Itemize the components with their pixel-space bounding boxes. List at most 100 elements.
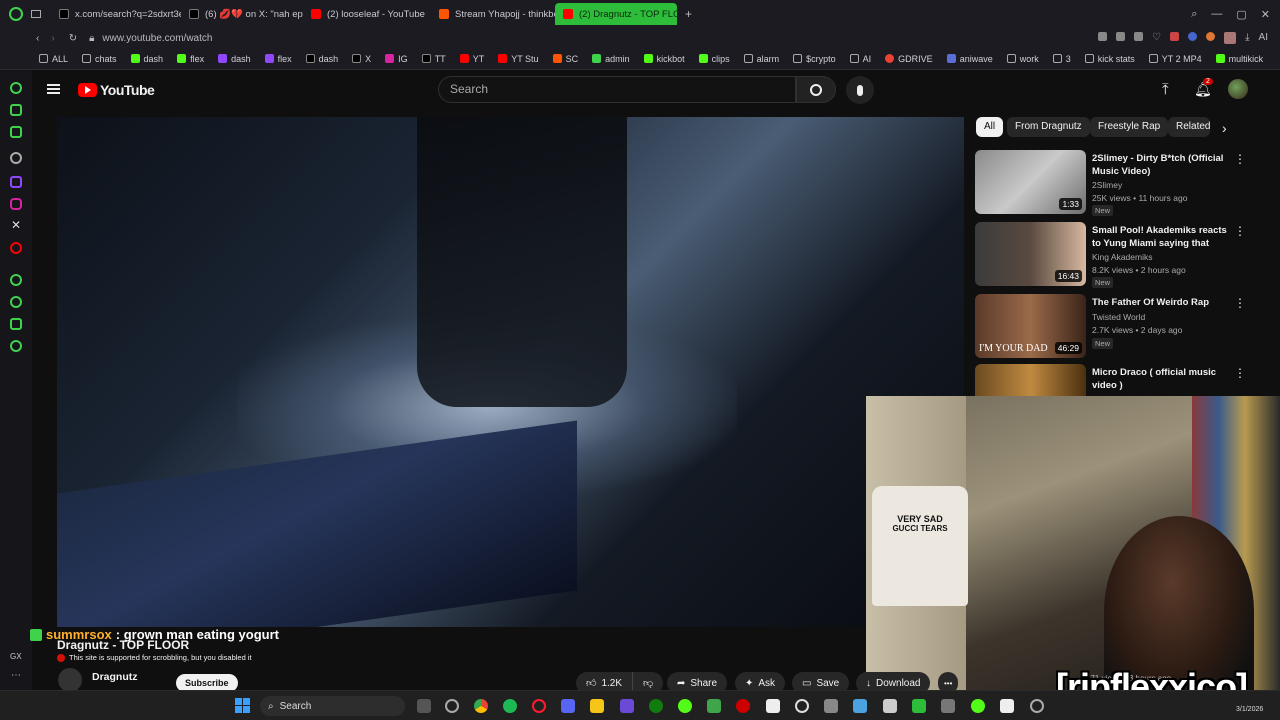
- profile-icon[interactable]: [1224, 32, 1237, 44]
- recommendation-item[interactable]: 1:33 2Slimey - Dirty B*tch (Official Mus…: [975, 150, 1275, 216]
- recommendation-item[interactable]: Micro Draco ( official music video ) ⋮: [975, 364, 1275, 396]
- file-explorer-icon[interactable]: [590, 699, 604, 713]
- pin-icon[interactable]: [1098, 32, 1108, 41]
- extension-icon[interactable]: [1206, 32, 1216, 41]
- minimize-icon[interactable]: —: [1211, 8, 1222, 21]
- video-thumbnail[interactable]: 16:43: [975, 222, 1086, 286]
- dislike-button[interactable]: 👎︎: [633, 677, 663, 689]
- x-icon[interactable]: ✕: [11, 218, 21, 232]
- sidebar-icon[interactable]: [10, 126, 22, 138]
- more-vert-icon[interactable]: ⋮: [1234, 366, 1246, 380]
- sidebar-icon[interactable]: [10, 82, 22, 94]
- avatar[interactable]: [1228, 79, 1248, 99]
- sidebar-icon[interactable]: [10, 152, 22, 164]
- bookmark[interactable]: $crypto: [786, 54, 843, 64]
- app-icon[interactable]: [883, 699, 897, 713]
- reload-icon[interactable]: ↻: [69, 33, 77, 44]
- sidebar-icon[interactable]: [10, 104, 22, 116]
- settings-icon[interactable]: [10, 340, 22, 352]
- tab-4[interactable]: Stream Yhapojj - thinkbo: [431, 3, 555, 25]
- recommendation-item[interactable]: I'M YOUR DAD 46:29 The Father Of Weirdo …: [975, 294, 1275, 358]
- bookmark[interactable]: multikick: [1209, 54, 1271, 64]
- url-field[interactable]: www.youtube.com/watch: [102, 33, 212, 44]
- bookmark[interactable]: ALL: [32, 54, 75, 64]
- notifications-button[interactable]: 🔔︎ 2: [1194, 78, 1213, 99]
- opera-icon[interactable]: [9, 7, 23, 21]
- video-title[interactable]: 2Slimey - Dirty B*tch (Official Music Vi…: [1092, 152, 1230, 178]
- app-icon[interactable]: [912, 699, 926, 713]
- heart-icon[interactable]: ♡: [1152, 32, 1161, 44]
- close-icon[interactable]: ✕: [1261, 8, 1270, 21]
- app-icon[interactable]: [736, 699, 750, 713]
- bookmark[interactable]: TT: [415, 54, 453, 64]
- extension-icon[interactable]: [1188, 32, 1198, 41]
- voice-search-button[interactable]: [846, 76, 874, 104]
- tab-2[interactable]: (6) 💋💔 on X: "nah ep: [181, 3, 303, 25]
- channel-name[interactable]: Dragnutz: [92, 671, 138, 683]
- bookmark[interactable]: chats: [75, 54, 124, 64]
- opera-icon[interactable]: [532, 699, 546, 713]
- windows-start-icon[interactable]: [235, 698, 250, 713]
- chrome-icon[interactable]: [474, 699, 488, 713]
- shield-icon[interactable]: [1134, 32, 1144, 41]
- video-title[interactable]: Micro Draco ( official music video ): [1092, 366, 1230, 392]
- bookmark[interactable]: clips: [692, 54, 737, 64]
- bookmark[interactable]: YT 2 MP4: [1142, 54, 1209, 64]
- bookmark[interactable]: dash: [299, 54, 346, 64]
- gx-icon[interactable]: GX: [10, 652, 22, 661]
- clock-icon[interactable]: [10, 296, 22, 308]
- discord-icon[interactable]: [561, 699, 575, 713]
- chip-freestyle-rap[interactable]: Freestyle Rap: [1090, 117, 1169, 137]
- channel-name[interactable]: 2Slimey: [1092, 180, 1122, 190]
- bookmark[interactable]: aniwave: [940, 54, 1000, 64]
- settings-icon[interactable]: [1030, 699, 1044, 713]
- bookmark[interactable]: X: [345, 54, 378, 64]
- spotify-icon[interactable]: [503, 699, 517, 713]
- app-icon[interactable]: [678, 699, 692, 713]
- app-icon[interactable]: [824, 699, 838, 713]
- xbox-icon[interactable]: [649, 699, 663, 713]
- bookmark[interactable]: flex: [170, 54, 211, 64]
- bookmark[interactable]: GDRIVE: [878, 54, 940, 64]
- app-icon[interactable]: [853, 699, 867, 713]
- video-thumbnail[interactable]: I'M YOUR DAD 46:29: [975, 294, 1086, 358]
- screenshot-icon[interactable]: [1116, 32, 1126, 41]
- bookmark[interactable]: kickbot: [637, 54, 692, 64]
- upload-icon[interactable]: ⤒: [1162, 81, 1169, 98]
- channel-name[interactable]: Twisted World: [1092, 312, 1145, 322]
- taskbar-search[interactable]: ⌕ Search: [260, 696, 405, 716]
- bookmark[interactable]: YT: [453, 54, 492, 64]
- more-vert-icon[interactable]: ⋮: [1234, 296, 1246, 310]
- channel-name[interactable]: King Akademiks: [1092, 252, 1152, 262]
- app-icon[interactable]: [766, 699, 780, 713]
- chevron-right-icon[interactable]: ›: [1222, 120, 1227, 136]
- more-vert-icon[interactable]: ⋮: [1234, 152, 1246, 166]
- more-icon[interactable]: ⋯: [11, 670, 21, 681]
- bookmark[interactable]: SC: [546, 54, 586, 64]
- tab-3[interactable]: (2) looseleaf - YouTube: [303, 3, 431, 25]
- search-button[interactable]: [796, 76, 836, 103]
- video-player[interactable]: [57, 117, 964, 627]
- ai-icon[interactable]: AI: [1259, 32, 1268, 44]
- video-title[interactable]: Small Pool! Akademiks reacts to Yung Mia…: [1092, 224, 1230, 250]
- more-vert-icon[interactable]: ⋮: [1234, 224, 1246, 238]
- channel-avatar[interactable]: [58, 668, 82, 692]
- app-icon[interactable]: [795, 699, 809, 713]
- bookmark[interactable]: IG: [378, 54, 415, 64]
- maximize-icon[interactable]: ▢: [1236, 8, 1246, 21]
- hamburger-menu-icon[interactable]: [47, 84, 60, 94]
- chip-all[interactable]: All: [976, 117, 1004, 137]
- twitch-icon[interactable]: [10, 176, 22, 188]
- tab-1[interactable]: x.com/search?q=2sdxrt3e: [51, 3, 181, 25]
- sidebar-icon[interactable]: [10, 318, 22, 330]
- video-title[interactable]: The Father Of Weirdo Rap: [1092, 296, 1230, 309]
- search-input[interactable]: Search: [438, 76, 796, 103]
- recommendation-item[interactable]: 16:43 Small Pool! Akademiks reacts to Yu…: [975, 222, 1275, 288]
- app-icon[interactable]: [445, 699, 459, 713]
- video-thumbnail[interactable]: [975, 364, 1086, 396]
- app-icon[interactable]: [971, 699, 985, 713]
- chip-from-dragnutz[interactable]: From Dragnutz: [1007, 117, 1090, 137]
- youtube-logo[interactable]: YouTube: [78, 82, 155, 98]
- search-icon[interactable]: ⌕: [1191, 8, 1197, 21]
- tab-icon[interactable]: [31, 10, 41, 18]
